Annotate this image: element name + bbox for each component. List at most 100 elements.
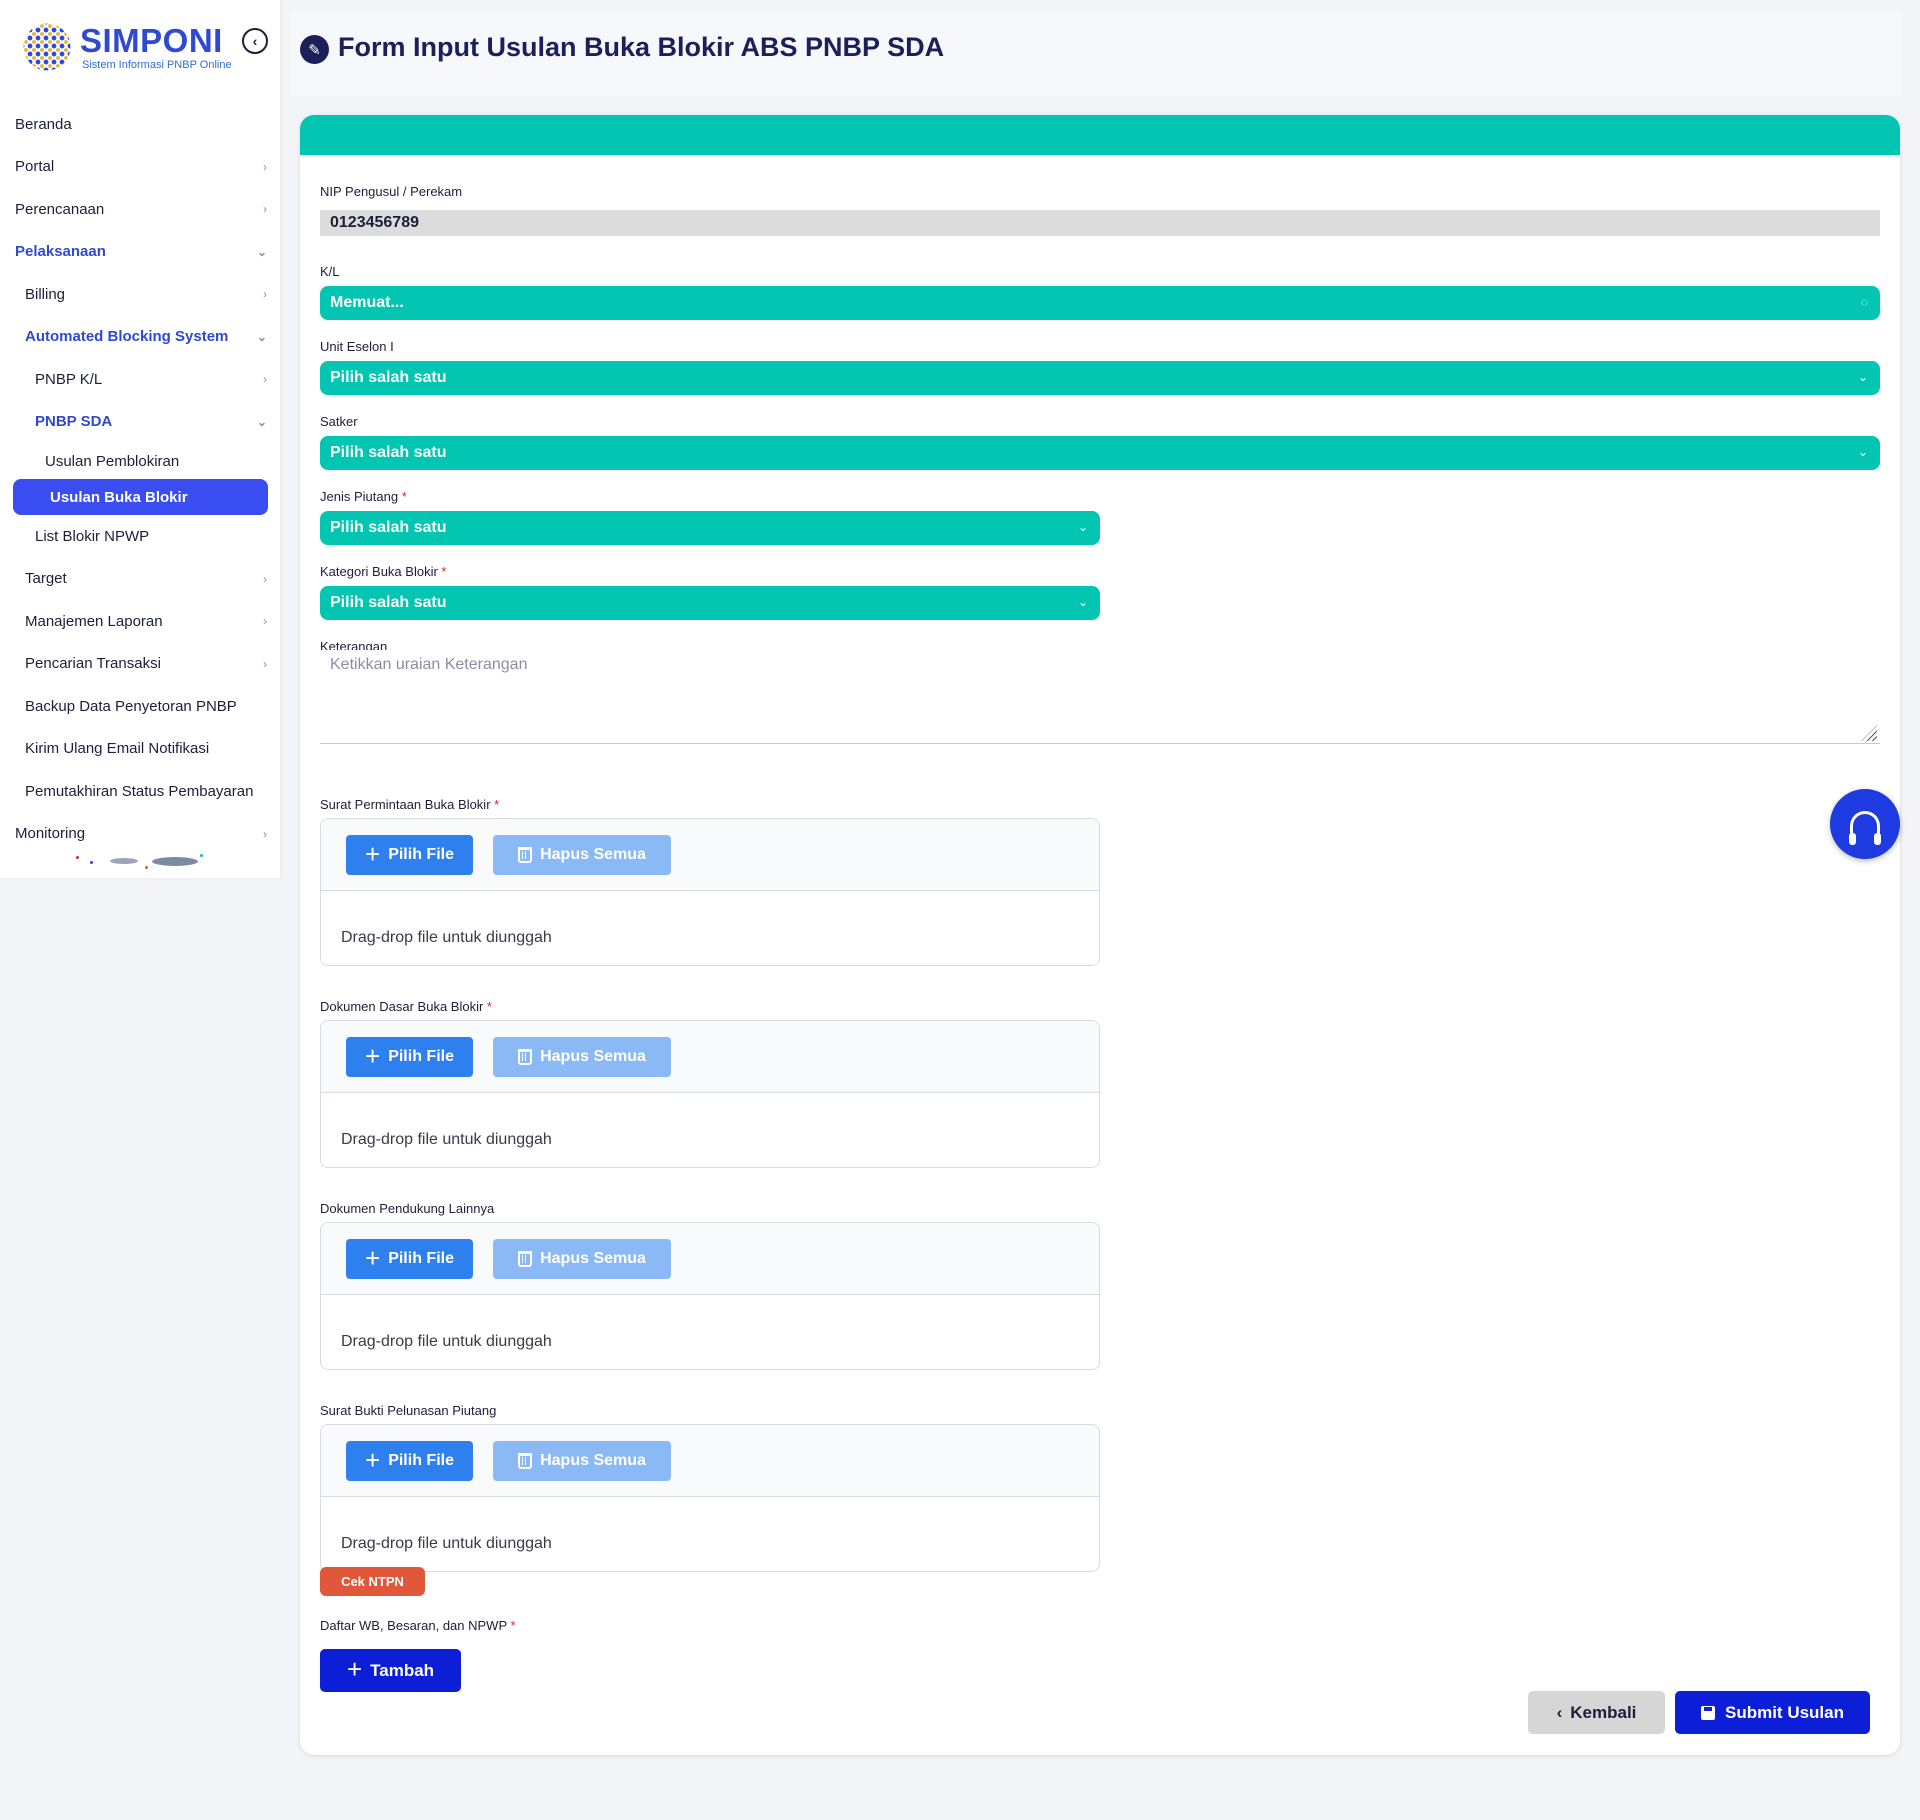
loading-spinner-icon: ◌ [1860,295,1868,309]
required-mark: * [494,797,500,812]
tambah-button-label: Tambah [370,1660,435,1680]
pilih-file-button[interactable]: + Pilih File [346,835,473,875]
sidebar-item-label: Manajemen Laporan [25,612,163,630]
chevron-down-icon: ⌄ [256,244,267,259]
kembali-button[interactable]: ‹ Kembali [1528,1691,1665,1734]
plus-icon: + [365,1040,381,1071]
hapus-semua-button[interactable]: Hapus Semua [493,1037,671,1077]
sidebar-item[interactable]: Pencarian Transaksi › [0,643,280,686]
hapus-semua-button[interactable]: Hapus Semua [493,1441,671,1481]
helpdesk-button[interactable] [1830,789,1900,859]
trash-icon [518,847,533,863]
chevron-right-icon: › [263,571,267,586]
sidebar-item[interactable]: Backup Data Penyetoran PNBP [0,685,280,728]
page-title: Form Input Usulan Buka Blokir ABS PNBP S… [338,32,945,62]
sidebar-item-label: Beranda [15,115,72,133]
sidebar-item-label: Pelaksanaan [15,243,106,261]
upload-toolbar: + Pilih File Hapus Semua [321,819,1099,891]
chevron-left-icon: ‹ [1556,1702,1563,1722]
kategori-select[interactable]: Pilih salah satu ⌄ [320,586,1100,620]
sidebar-item[interactable]: Monitoring › [0,813,280,856]
sidebar-item[interactable]: Usulan Buka Blokir [13,479,268,515]
jenis-piutang-label-text: Jenis Piutang [320,489,399,504]
sidebar-item[interactable]: PNBP SDA ⌄ [0,401,280,444]
upload-toolbar: + Pilih File Hapus Semua [321,1021,1099,1093]
chevron-down-icon: ⌄ [256,329,267,344]
kategori-label: Kategori Buka Blokir * [320,564,446,579]
jenis-piutang-select-value: Pilih salah satu [330,519,447,536]
trash-icon [518,1453,533,1469]
jenis-piutang-select[interactable]: Pilih salah satu ⌄ [320,511,1100,545]
brand-logo[interactable]: SIMPONI Sistem Informasi PNBP Online [18,16,268,82]
satker-select[interactable]: Pilih salah satu ⌄ [320,436,1880,470]
edit-form-icon: ✎ [300,35,329,64]
cek-ntpn-button[interactable]: Cek NTPN [320,1567,425,1596]
tambah-button[interactable]: + Tambah [320,1649,461,1692]
chevron-right-icon: › [263,656,267,671]
keterangan-textarea[interactable] [320,650,1880,744]
kl-select[interactable]: Memuat... ◌ [320,286,1880,320]
pilih-file-label: Pilih File [388,1048,454,1065]
pilih-file-button[interactable]: + Pilih File [346,1239,473,1279]
kembali-button-label: Kembali [1570,1702,1637,1722]
kl-label: K/L [320,264,340,279]
required-mark: * [441,564,447,579]
chevron-down-icon: ⌄ [1077,595,1088,609]
satker-select-value: Pilih salah satu [330,444,447,461]
sidebar-nav: Beranda Portal › Perencanaan › Pelaksanaan ⌄ Bi… [0,103,280,855]
nip-field: 0123456789 [320,210,1880,236]
hapus-semua-button[interactable]: Hapus Semua [493,835,671,875]
pilih-file-label: Pilih File [388,1250,454,1267]
sidebar-item-label: Target [25,570,67,588]
sidebar-item-label: Usulan Buka Blokir [50,488,188,506]
sidebar-item-label: Kirim Ulang Email Notifikasi [25,740,210,758]
pilih-file-button[interactable]: + Pilih File [346,1037,473,1077]
sidebar-item[interactable]: Automated Blocking System ⌄ [0,316,280,359]
upload-label-text: Surat Bukti Pelunasan Piutang [320,1403,497,1418]
sidebar-item[interactable]: Pelaksanaan ⌄ [0,231,280,274]
sidebar-item[interactable]: Beranda [0,103,280,146]
chevron-right-icon: › [263,202,267,217]
submit-usulan-button[interactable]: Submit Usulan [1675,1691,1870,1734]
trash-icon [518,1049,533,1065]
upload-toolbar: + Pilih File Hapus Semua [321,1223,1099,1295]
file-upload-dropzone[interactable]: + Pilih File Hapus Semua Drag-drop file unt… [320,1222,1100,1370]
satker-label: Satker [320,414,358,429]
drop-hint: Drag-drop file untuk diunggah [341,1333,552,1350]
sidebar-item[interactable]: Billing › [0,273,280,316]
sidebar-item[interactable]: PNBP K/L › [0,358,280,401]
sidebar-item-label: Automated Blocking System [25,328,229,346]
sidebar-item-label: PNBP K/L [35,370,103,388]
resize-handle-icon[interactable] [1861,725,1877,741]
sidebar-item[interactable]: Portal › [0,146,280,189]
eselon-select[interactable]: Pilih salah satu ⌄ [320,361,1880,395]
hapus-semua-button[interactable]: Hapus Semua [493,1239,671,1279]
daftar-label-text: Daftar WB, Besaran, dan NPWP [320,1618,507,1633]
pilih-file-button[interactable]: + Pilih File [346,1441,473,1481]
plus-icon: + [365,1242,381,1273]
sidebar-item[interactable]: List Blokir NPWP [0,515,280,558]
sidebar-item[interactable]: Manajemen Laporan › [0,600,280,643]
sidebar-item-label: PNBP SDA [35,413,113,431]
file-upload-dropzone[interactable]: + Pilih File Hapus Semua Drag-drop file unt… [320,1020,1100,1168]
sidebar-item-label: Billing [25,285,66,303]
sidebar-item[interactable]: Perencanaan › [0,188,280,231]
sidebar-item[interactable]: Pemutakhiran Status Pembayaran [0,770,280,813]
drop-hint: Drag-drop file untuk diunggah [341,929,552,946]
file-upload-dropzone[interactable]: + Pilih File Hapus Semua Drag-drop file unt… [320,818,1100,966]
collapse-sidebar-icon[interactable]: ‹ [242,28,268,54]
hapus-semua-label: Hapus Semua [540,1452,646,1469]
sidebar-item[interactable]: Target › [0,558,280,601]
required-mark: * [510,1618,516,1633]
kl-select-value: Memuat... [330,294,404,311]
chevron-down-icon: ⌄ [1857,370,1868,384]
sidebar-item[interactable]: Kirim Ulang Email Notifikasi [0,728,280,771]
sidebar-item-label: Pencarian Transaksi [25,655,161,673]
sidebar-item[interactable]: Usulan Pemblokiran [0,443,280,479]
simponi-logo-icon [18,18,76,76]
required-mark: * [486,999,492,1014]
drop-hint: Drag-drop file untuk diunggah [341,1535,552,1552]
file-upload-dropzone[interactable]: + Pilih File Hapus Semua Drag-drop file unt… [320,1424,1100,1572]
upload-label: Dokumen Pendukung Lainnya [320,1201,494,1216]
save-icon [1700,1705,1715,1720]
